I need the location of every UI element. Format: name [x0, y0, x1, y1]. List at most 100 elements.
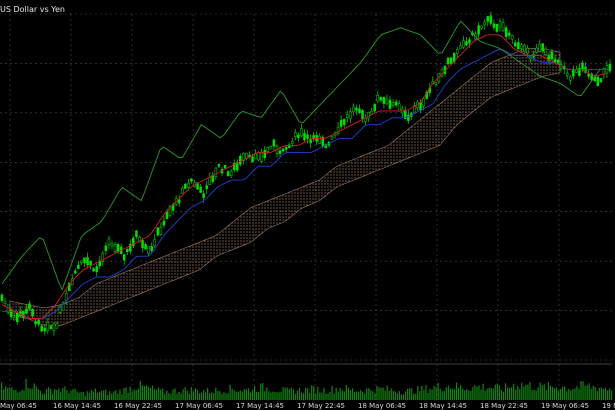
volume-bar	[3, 389, 5, 400]
volume-bar	[488, 387, 490, 400]
volume-bar	[390, 388, 392, 400]
volume-bar	[92, 391, 95, 400]
volume-bar	[511, 387, 513, 400]
candle-body	[306, 134, 309, 139]
volume-bar	[592, 385, 594, 400]
volume-bar	[472, 386, 474, 400]
volume-bar	[107, 395, 109, 400]
volume-bar	[492, 388, 494, 400]
candle-body	[608, 64, 612, 72]
volume-bar	[86, 391, 88, 400]
volume-bar	[74, 388, 76, 400]
volume-bar	[486, 388, 488, 400]
volume-bar	[443, 391, 445, 400]
volume-bar	[209, 393, 211, 400]
candle-body	[3, 300, 7, 304]
volume-bar	[105, 389, 107, 400]
candle-body	[153, 239, 157, 247]
candle-body	[352, 106, 355, 113]
kumo-cloud-area	[9, 48, 561, 326]
volume-bar	[229, 384, 231, 400]
volume-bar	[223, 392, 225, 400]
candle-body	[507, 32, 511, 36]
volume-bar	[302, 393, 305, 400]
volume-bar	[441, 391, 443, 400]
volume-bar	[445, 387, 447, 400]
candle-body	[181, 187, 184, 194]
volume-bar	[62, 387, 64, 400]
volume-bar	[484, 390, 486, 400]
volume-bar	[103, 390, 105, 400]
volume-bar	[311, 385, 313, 400]
candle-body	[217, 163, 221, 167]
volume-bar	[227, 393, 229, 400]
candle-body	[223, 165, 227, 169]
volume-bar	[594, 386, 596, 400]
candle-body	[64, 292, 68, 301]
volume-bar	[437, 382, 439, 400]
volume-bar	[541, 384, 543, 400]
kumo-cloud	[9, 48, 561, 326]
candle-body	[229, 171, 233, 176]
candle-body	[385, 98, 389, 105]
candle-body	[281, 148, 285, 152]
candle-body	[523, 44, 526, 52]
candle-body	[394, 101, 398, 106]
volume-bar	[70, 391, 72, 400]
candle-body	[37, 319, 40, 325]
volume-bar	[388, 390, 390, 400]
volume-bar	[33, 383, 35, 400]
volume-bar	[151, 385, 154, 400]
volume-bar	[341, 390, 343, 400]
volume-bar	[449, 388, 452, 400]
volume-bar	[547, 381, 549, 400]
volume-bar	[415, 393, 417, 400]
volume-bar	[139, 381, 141, 400]
kijun-sen-line	[2, 49, 608, 319]
volume-bar	[508, 387, 511, 400]
volume-bar	[23, 390, 25, 400]
volume-bar	[602, 388, 605, 400]
candle-body	[422, 98, 425, 107]
volume-bar	[174, 388, 176, 400]
volume-bar	[251, 390, 254, 400]
candle-body	[358, 108, 361, 113]
candle-body	[31, 309, 34, 317]
candle-body	[16, 312, 19, 323]
candle-body	[342, 118, 346, 125]
volume-bar	[557, 390, 560, 400]
volume-bar	[523, 386, 525, 400]
volume-bar	[192, 391, 194, 400]
volume-bar	[94, 388, 97, 400]
volume-bar	[545, 390, 547, 400]
volume-bar	[551, 387, 554, 400]
volume-bar	[386, 385, 388, 400]
candle-body	[239, 155, 242, 165]
volume-bar	[17, 392, 19, 400]
volume-bar	[282, 387, 284, 400]
volume-bar	[76, 391, 78, 400]
volume-bar	[339, 387, 341, 400]
volume-bar	[125, 387, 127, 400]
volume-bar	[358, 391, 360, 400]
volume-bar	[176, 393, 178, 400]
volume-bar	[253, 386, 256, 400]
volume-bar	[478, 385, 480, 400]
candle-body	[43, 327, 47, 332]
volume-bar	[372, 391, 374, 400]
candle-body	[34, 321, 37, 325]
candle-body	[501, 22, 505, 31]
candle-body	[459, 45, 462, 49]
volume-bar	[35, 386, 37, 400]
volume-bar	[376, 386, 378, 400]
volume-bar	[239, 390, 241, 400]
volume-bar	[476, 386, 478, 400]
candle-body	[110, 243, 114, 247]
volume-bar	[266, 387, 268, 400]
x-tick-label: 16 May 22:45	[114, 402, 162, 410]
volume-bar	[307, 388, 309, 400]
volume-bar	[178, 391, 180, 400]
volume-bar	[504, 383, 507, 400]
candle-body	[40, 325, 43, 332]
volume-bar	[127, 392, 129, 400]
